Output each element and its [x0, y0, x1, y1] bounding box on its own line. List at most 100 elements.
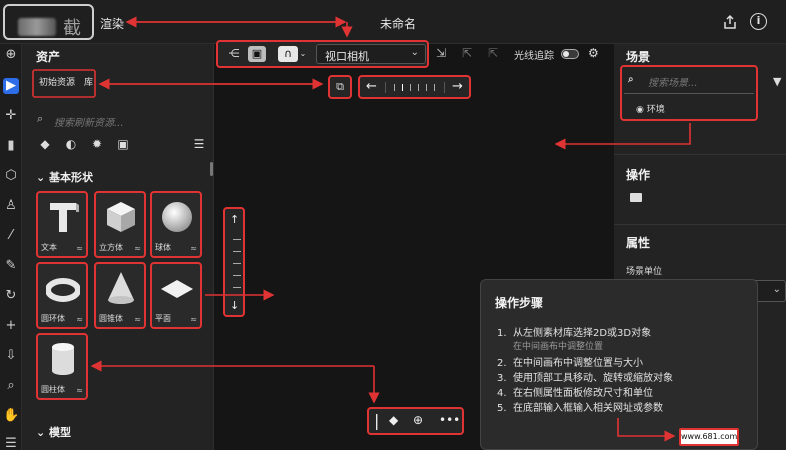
list-item: 在中间画布中调整位置 [513, 342, 604, 352]
chevron-down-icon[interactable]: ⌄ [298, 46, 308, 62]
search-icon: ⌕ [37, 112, 44, 125]
tile-cube[interactable]: 立方体 ≈ [94, 191, 146, 258]
tile-torus[interactable]: 圆环体 ≈ [36, 262, 88, 329]
steps-list: 1. 从左侧素材库选择2D或3D对象 在中间画布中调整位置 2. 在中间画布中调整位… [497, 324, 673, 414]
settings-grid-icon[interactable]: ⚙ [588, 46, 604, 60]
camera-select[interactable]: 视口相机 ⌄ [316, 44, 426, 64]
scrollbar-thumb[interactable] [210, 162, 213, 176]
cube-filter-icon[interactable]: ◆ [38, 137, 52, 151]
tile-label: 圆锥体 [99, 314, 123, 323]
raytracing-toggle[interactable] [561, 49, 579, 59]
menu-icon[interactable]: ☰ [3, 436, 19, 450]
arrow-up-icon[interactable]: ↑ [230, 213, 239, 226]
tile-options-icon[interactable]: ≈ [134, 315, 141, 324]
bottom-toolbar: | ◆ ⊕ ••• [367, 407, 464, 435]
magnet-icon[interactable]: ∩ [278, 46, 298, 62]
add-icon[interactable]: ⊕ [3, 47, 19, 63]
scene-unit-label: 场景单位 [626, 267, 663, 277]
tile-options-icon[interactable]: ≈ [190, 315, 197, 324]
list-view-icon[interactable]: ☰ [192, 137, 206, 151]
divider-handle-icon: | [374, 411, 380, 430]
section-basic-shapes[interactable]: ⌄ 基本形状 [36, 169, 93, 185]
asset-tabs[interactable]: 初始资源 库 [34, 70, 98, 96]
search-icon: ⌕ [628, 74, 634, 85]
tab-initial-assets[interactable]: 初始资源 [39, 70, 75, 96]
tile-cone[interactable]: 圆锥体 ≈ [94, 262, 146, 329]
text-shape-icon [50, 203, 79, 232]
torus-shape-icon [46, 278, 80, 302]
image-filter-icon[interactable]: ▣ [116, 137, 130, 151]
redo-icon[interactable]: ⇱ [488, 46, 504, 60]
tile-text[interactable]: 文本 ≈ [36, 191, 88, 258]
add-circle-icon[interactable]: ⊕ [413, 413, 423, 427]
list-item: 1. 从左侧素材库选择2D或3D对象 [497, 328, 652, 339]
logo-char: 截 [63, 18, 81, 39]
more-icon[interactable]: ••• [439, 413, 460, 427]
frame-select-icon[interactable]: ▣ [248, 46, 266, 62]
plus-icon[interactable]: + [3, 318, 19, 334]
scene-item-environment[interactable]: ◉ 环境 [636, 102, 665, 115]
tile-options-icon[interactable]: ≈ [76, 315, 83, 324]
hand-icon[interactable]: ✋ [3, 408, 19, 424]
chart-icon[interactable]: ▮ [3, 138, 19, 154]
vertical-slider[interactable]: ↑ ↓ [223, 207, 245, 317]
toolbar-extras: ⇲ ⇱ ⇱ 光线追踪 ⚙ [436, 44, 606, 66]
properties-title: 属性 [626, 236, 651, 250]
rotate-icon[interactable]: ↻ [3, 288, 19, 304]
steps-title: 操作步骤 [495, 296, 544, 310]
view-mode-button[interactable]: ⧉ [328, 75, 352, 99]
arrow-down-icon[interactable]: ↓ [230, 299, 239, 312]
raytracing-label: 光线追踪 [514, 51, 554, 62]
cube-icon[interactable]: ⬡ [3, 168, 19, 184]
scene-search-input[interactable]: ⌕ 搜索场景... [628, 74, 698, 89]
asset-search-input[interactable]: ⌕ 搜索刷新资源... [34, 110, 209, 130]
tile-options-icon[interactable]: ≈ [76, 386, 83, 395]
arrow-right-icon[interactable]: → [452, 79, 463, 94]
tile-options-icon[interactable]: ≈ [76, 244, 83, 253]
cube-shape-icon [107, 202, 135, 232]
section-models[interactable]: ⌄ 模型 [36, 424, 71, 440]
tile-options-icon[interactable]: ≈ [134, 244, 141, 253]
viewport-toolbar: ⋲ ▣ ∩ ⌄ 视口相机 ⌄ [216, 40, 429, 68]
undo-icon[interactable]: ⇱ [462, 46, 478, 60]
tile-cylinder[interactable]: 圆柱体 ≈ [36, 333, 88, 400]
tile-label: 立方体 [99, 243, 123, 252]
tile-label: 文本 [41, 243, 57, 252]
operations-title: 操作 [626, 168, 651, 182]
search-icon[interactable]: ⌕ [3, 378, 19, 394]
plane-shape-icon [161, 280, 193, 298]
tile-plane[interactable]: 平面 ≈ [150, 262, 202, 329]
cylinder-shape-icon [52, 343, 74, 375]
info-icon[interactable]: i [750, 13, 767, 30]
brush-icon[interactable]: ♙ [3, 198, 19, 214]
list-item: 5. 在底部输入框输入相关网址或参数 [497, 403, 663, 414]
render-tab[interactable]: 渲染 [100, 15, 124, 32]
tab-library[interactable]: 库 [84, 70, 93, 96]
logo-box[interactable]: 截 [3, 4, 94, 40]
download-icon[interactable]: ⇩ [3, 348, 19, 364]
arrow-left-icon[interactable]: ← [366, 79, 377, 94]
select-tool-icon[interactable]: ▶ [3, 78, 19, 94]
light-filter-icon[interactable]: ✹ [90, 137, 104, 151]
folder-icon[interactable] [630, 193, 642, 202]
scene-tree: ⌕ 搜索场景... ◉ 环境 [620, 65, 758, 121]
node-graph-icon[interactable]: ⋲ [225, 46, 243, 62]
sphere-shape-icon [162, 202, 192, 232]
filter-icon[interactable]: ▼ [773, 75, 781, 88]
move-object-icon[interactable]: ⇲ [436, 46, 452, 60]
tile-sphere[interactable]: 球体 ≈ [150, 191, 202, 258]
share-icon[interactable] [722, 14, 738, 30]
move-icon[interactable]: ✛ [3, 108, 19, 124]
url-badge[interactable]: www.681.com [679, 428, 739, 446]
document-title: 未命名 [380, 17, 417, 31]
asset-search-placeholder: 搜索刷新资源... [54, 118, 124, 129]
material-filter-icon[interactable]: ◐ [64, 137, 78, 151]
tool-rail: ⊕ ▶ ✛ ▮ ⬡ ♙ ⁄ ✎ ↻ + ⇩ ⌕ ✋ ☰ [0, 44, 22, 450]
cube-icon[interactable]: ◆ [389, 413, 398, 427]
pen-icon[interactable]: ✎ [3, 258, 19, 274]
slider-track[interactable] [385, 82, 445, 93]
magic-wand-icon[interactable]: ⁄ [3, 228, 19, 244]
list-item: 2. 在中间画布中调整位置与大小 [497, 358, 643, 369]
horizontal-slider[interactable]: ← → [358, 75, 471, 99]
tile-options-icon[interactable]: ≈ [190, 244, 197, 253]
